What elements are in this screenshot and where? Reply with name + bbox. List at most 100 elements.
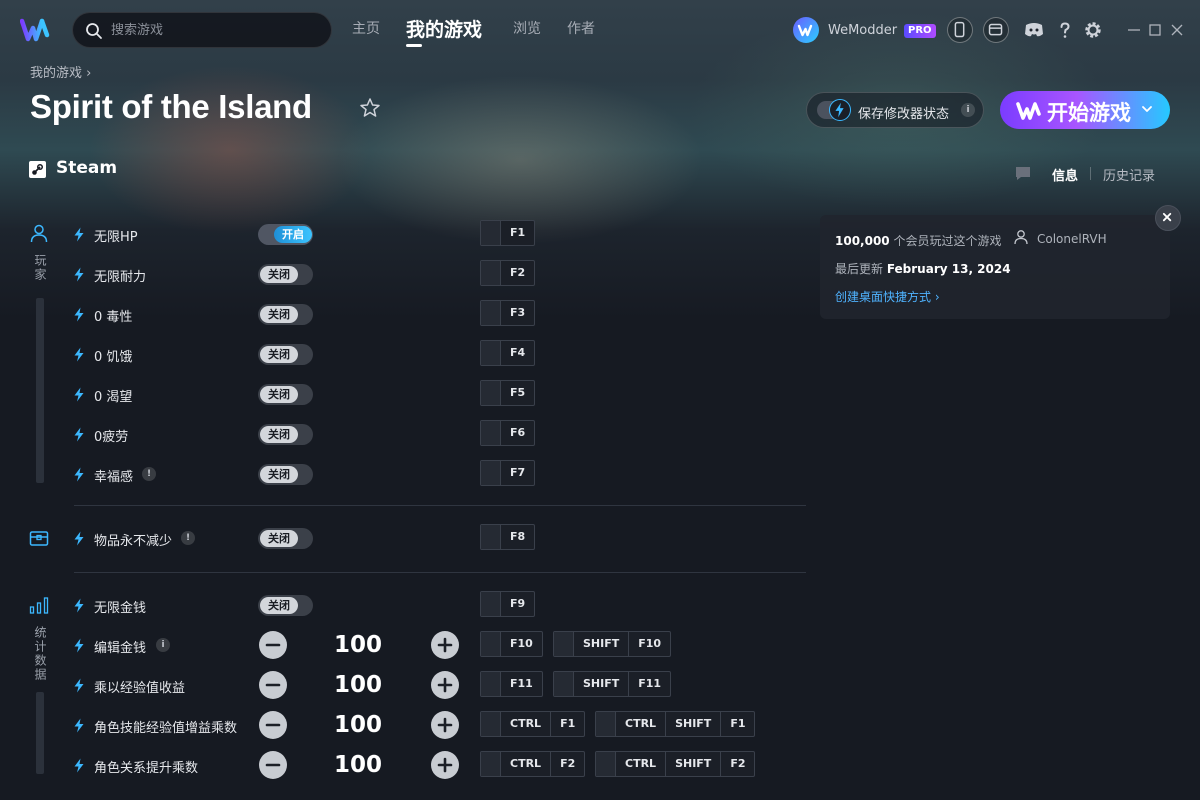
hotkey-group[interactable]: F10 — [480, 631, 543, 657]
hotkey-edit-handle[interactable] — [596, 712, 616, 736]
favorite-star-icon[interactable] — [358, 96, 382, 120]
cheat-toggle[interactable]: 关闭 — [258, 424, 313, 445]
hotkey-group[interactable]: F11 — [480, 671, 543, 697]
hotkey-edit-handle[interactable] — [481, 592, 501, 616]
hotkey-group[interactable]: CTRL SHIFT F1 — [595, 711, 756, 737]
hotkey-edit-handle[interactable] — [481, 421, 501, 445]
nav-my-games[interactable]: 我的游戏 — [406, 15, 482, 42]
stepper-value[interactable]: 100 — [325, 672, 391, 698]
avatar[interactable] — [793, 17, 819, 43]
close-panel-button[interactable] — [1155, 205, 1181, 231]
play-button[interactable]: 开始游戏 — [1000, 91, 1170, 129]
plus-icon — [437, 637, 453, 653]
comment-icon[interactable] — [1014, 165, 1032, 181]
cheat-toggle[interactable]: 关闭 — [258, 464, 313, 485]
hotkey-edit-handle[interactable] — [481, 221, 501, 245]
search-box[interactable] — [72, 12, 332, 48]
save-state-label: 保存修改器状态 — [858, 107, 950, 122]
author-name[interactable]: ColonelRVH — [1037, 232, 1107, 246]
minimize-icon[interactable] — [1125, 20, 1143, 40]
toggle-state-label: 关闭 — [260, 530, 298, 547]
hotkey-edit-handle[interactable] — [481, 301, 501, 325]
hotkey-key: F1 — [560, 717, 576, 730]
info-icon[interactable]: i — [156, 638, 170, 652]
stepper-value[interactable]: 100 — [325, 632, 391, 658]
hotkey-group[interactable]: F8 — [480, 524, 536, 550]
overlay-button[interactable] — [983, 17, 1009, 43]
hotkey-group[interactable]: F4 — [480, 340, 536, 366]
hotkey-edit-handle[interactable] — [481, 752, 501, 776]
hotkey-edit-handle[interactable] — [481, 261, 501, 285]
cheat-toggle[interactable]: 关闭 — [258, 304, 313, 325]
warning-icon[interactable]: ! — [142, 467, 156, 481]
hotkey-edit-handle[interactable] — [596, 752, 616, 776]
increase-button[interactable] — [431, 671, 459, 699]
hotkey-group[interactable]: CTRL F1 — [480, 711, 586, 737]
hotkey-group[interactable]: F7 — [480, 460, 536, 486]
decrease-button[interactable] — [259, 671, 287, 699]
hotkey-group[interactable]: F6 — [480, 420, 536, 446]
bolt-icon — [74, 467, 84, 482]
hotkey-edit-handle[interactable] — [554, 632, 574, 656]
increase-button[interactable] — [431, 751, 459, 779]
cheat-toggle[interactable]: 关闭 — [258, 344, 313, 365]
help-icon[interactable] — [1053, 18, 1077, 42]
nav-home[interactable]: 主页 — [352, 18, 380, 38]
search-input[interactable] — [111, 19, 311, 41]
bolt-icon — [74, 531, 84, 546]
hotkey-edit-handle[interactable] — [481, 525, 501, 549]
cheat-toggle[interactable]: 关闭 — [258, 528, 313, 549]
hotkey-group[interactable]: F5 — [480, 380, 536, 406]
hotkey-group[interactable]: F9 — [480, 591, 536, 617]
hotkey-edit-handle[interactable] — [481, 341, 501, 365]
save-state-switch[interactable] — [817, 99, 851, 121]
nav-creators[interactable]: 作者 — [567, 18, 595, 38]
cheat-toggle[interactable]: 关闭 — [258, 384, 313, 405]
bolt-icon — [74, 267, 84, 282]
tab-history[interactable]: 历史记录 — [1103, 165, 1155, 184]
increase-button[interactable] — [431, 631, 459, 659]
username[interactable]: WeModder — [828, 23, 897, 38]
cheat-name: 物品永不减少 — [94, 534, 173, 549]
discord-icon[interactable] — [1022, 18, 1046, 42]
wemod-logo-icon[interactable] — [20, 18, 52, 42]
hotkey-group[interactable]: CTRL SHIFT F2 — [595, 751, 756, 777]
increase-button[interactable] — [431, 711, 459, 739]
breadcrumb[interactable]: 我的游戏 › — [30, 62, 91, 81]
cheat-toggle[interactable]: 关闭 — [258, 264, 313, 285]
controller-button[interactable] — [947, 17, 973, 43]
decrease-button[interactable] — [259, 631, 287, 659]
hotkey-group[interactable]: F3 — [480, 300, 536, 326]
info-icon[interactable]: i — [961, 103, 975, 117]
hotkey-edit-handle[interactable] — [554, 672, 574, 696]
create-shortcut-link[interactable]: 创建桌面快捷方式 › — [835, 288, 940, 305]
hotkey-group[interactable]: SHIFT F11 — [553, 671, 672, 697]
hotkey-group[interactable]: SHIFT F10 — [553, 631, 672, 657]
decrease-button[interactable] — [259, 711, 287, 739]
hotkey-edit-handle[interactable] — [481, 461, 501, 485]
cheat-name: 无限金钱 — [94, 601, 147, 616]
tab-info[interactable]: 信息 — [1052, 165, 1078, 184]
hotkey-edit-handle[interactable] — [481, 672, 501, 696]
save-state-toggle[interactable]: 保存修改器状态 i — [806, 92, 984, 128]
cheat-toggle[interactable]: 关闭 — [258, 595, 313, 616]
hotkey-group[interactable]: F2 — [480, 260, 536, 286]
warning-icon[interactable]: ! — [181, 531, 195, 545]
nav-browse[interactable]: 浏览 — [513, 18, 541, 38]
minus-icon — [265, 723, 281, 727]
hotkey-group[interactable]: CTRL F2 — [480, 751, 586, 777]
cheat-name: 0 渴望 — [94, 390, 133, 405]
gear-icon[interactable] — [1081, 18, 1105, 42]
stepper-value[interactable]: 100 — [325, 752, 391, 778]
hotkey-edit-handle[interactable] — [481, 381, 501, 405]
chevron-down-icon[interactable] — [1140, 102, 1154, 116]
stepper-value[interactable]: 100 — [325, 712, 391, 738]
decrease-button[interactable] — [259, 751, 287, 779]
cheat-toggle[interactable]: 开启 — [258, 224, 313, 245]
hotkey-key: F11 — [638, 677, 662, 690]
hotkey-group[interactable]: F1 — [480, 220, 536, 246]
hotkey-edit-handle[interactable] — [481, 632, 501, 656]
maximize-icon[interactable] — [1146, 20, 1164, 40]
close-window-icon[interactable] — [1168, 20, 1186, 40]
hotkey-edit-handle[interactable] — [481, 712, 501, 736]
